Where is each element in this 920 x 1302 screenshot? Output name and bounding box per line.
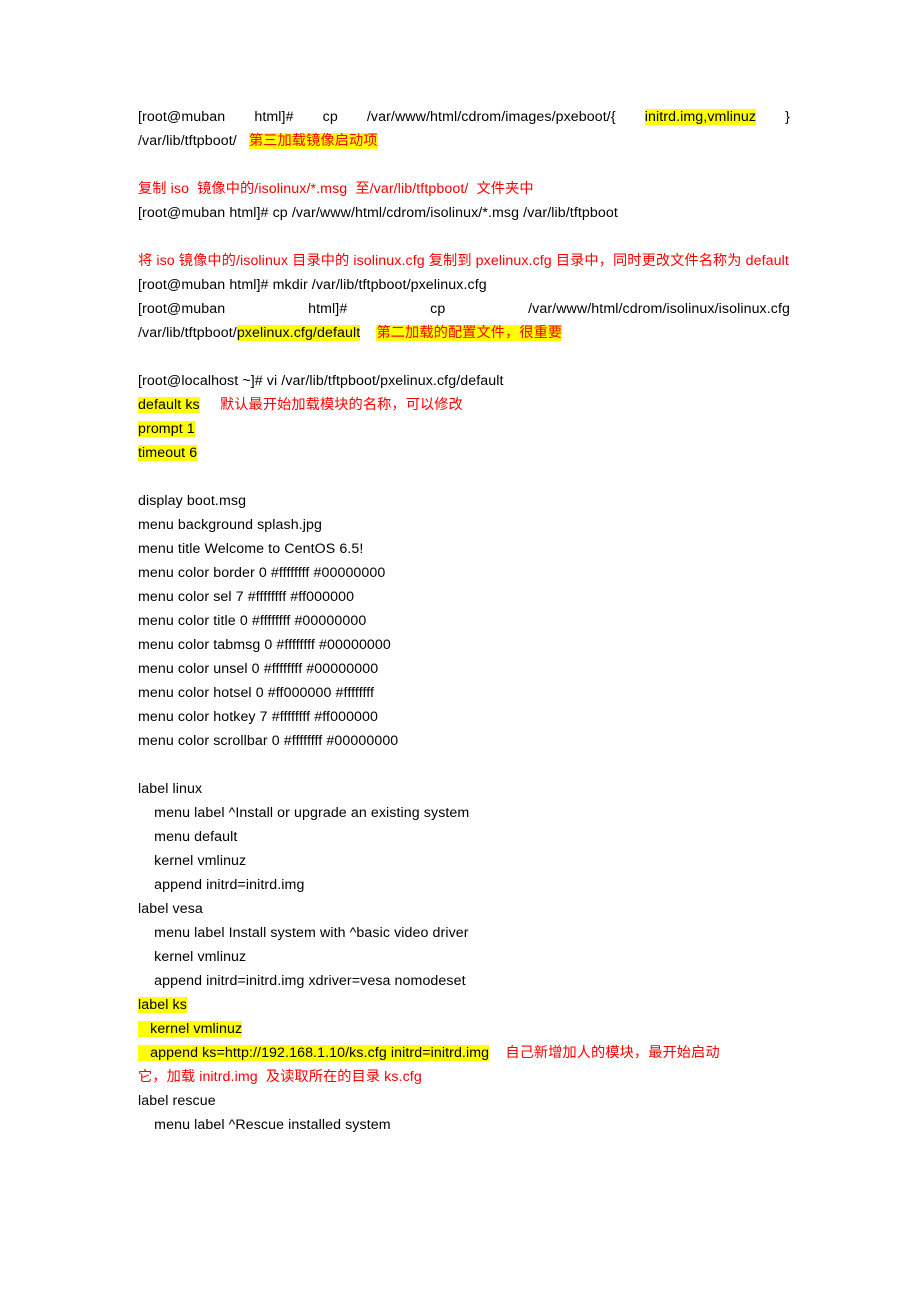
doc-line: [root@localhost ~]# vi /var/lib/tftpboot… bbox=[138, 369, 790, 393]
doc-line: menu color border 0 #ffffffff #00000000 bbox=[138, 561, 790, 585]
plain-text: /var/lib/tftpboot/ bbox=[138, 133, 249, 149]
plain-text: append initrd=initrd.img xdriver=vesa no… bbox=[138, 973, 466, 989]
doc-line: display boot.msg bbox=[138, 489, 790, 513]
doc-line bbox=[138, 465, 790, 489]
doc-line: append ks=http://192.168.1.10/ks.cfg ini… bbox=[138, 1041, 790, 1065]
plain-text bbox=[200, 397, 220, 413]
doc-line: menu color hotkey 7 #ffffffff #ff000000 bbox=[138, 705, 790, 729]
doc-line: menu color tabmsg 0 #ffffffff #00000000 bbox=[138, 633, 790, 657]
doc-line: label rescue bbox=[138, 1089, 790, 1113]
doc-line: menu default bbox=[138, 825, 790, 849]
doc-line: [root@muban html]# mkdir /var/lib/tftpbo… bbox=[138, 273, 790, 297]
doc-line bbox=[138, 225, 790, 249]
plain-text bbox=[360, 325, 376, 341]
highlighted-annotation: 第三加载镜像启动项 bbox=[248, 133, 378, 149]
plain-text: /var/www/html/cdrom/isolinux/isolinux.cf… bbox=[528, 301, 791, 317]
doc-line: kernel vmlinuz bbox=[138, 849, 790, 873]
plain-text: menu color title 0 #ffffffff #00000000 bbox=[138, 613, 367, 629]
doc-line: menu color scrollbar 0 #ffffffff #000000… bbox=[138, 729, 790, 753]
doc-line: append initrd=initrd.img bbox=[138, 873, 790, 897]
plain-text: menu label ^Rescue installed system bbox=[138, 1117, 391, 1133]
plain-text: [root@muban bbox=[138, 109, 226, 125]
document-page: [root@muban html]# cp /var/www/html/cdro… bbox=[0, 0, 920, 1302]
doc-line: label ks bbox=[138, 993, 790, 1017]
plain-text: menu color tabmsg 0 #ffffffff #00000000 bbox=[138, 637, 391, 653]
document-body: [root@muban html]# cp /var/www/html/cdro… bbox=[138, 105, 790, 1137]
plain-text: cp bbox=[430, 301, 446, 317]
plain-text: label vesa bbox=[138, 901, 203, 917]
annotation-text: 自己新增加人的模块，最开始启动 bbox=[505, 1045, 720, 1061]
plain-text bbox=[489, 1045, 505, 1061]
plain-text: kernel vmlinuz bbox=[138, 853, 247, 869]
doc-line: 复制 iso 镜像中的/isolinux/*.msg 至/var/lib/tft… bbox=[138, 177, 790, 201]
plain-text: menu title Welcome to CentOS 6.5! bbox=[138, 541, 364, 557]
highlighted-text: timeout 6 bbox=[138, 445, 198, 461]
doc-line: label vesa bbox=[138, 897, 790, 921]
doc-line: timeout 6 bbox=[138, 441, 790, 465]
plain-text: kernel vmlinuz bbox=[138, 949, 247, 965]
plain-text: menu color scrollbar 0 #ffffffff #000000… bbox=[138, 733, 399, 749]
plain-text: /var/lib/tftpboot/ bbox=[138, 325, 237, 341]
doc-line: menu color unsel 0 #ffffffff #00000000 bbox=[138, 657, 790, 681]
doc-line bbox=[138, 153, 790, 177]
plain-text: html]# bbox=[254, 109, 294, 125]
plain-text: menu label ^Install or upgrade an existi… bbox=[138, 805, 470, 821]
plain-text: menu default bbox=[138, 829, 238, 845]
annotation-text: 默认最开始加载模块的名称，可以修改 bbox=[219, 397, 463, 413]
doc-line: menu color title 0 #ffffffff #00000000 bbox=[138, 609, 790, 633]
plain-text: append initrd=initrd.img bbox=[138, 877, 305, 893]
annotation-text: 将 iso 镜像中的/isolinux 目录中的 isolinux.cfg 复制… bbox=[138, 253, 789, 269]
plain-text: label rescue bbox=[138, 1093, 216, 1109]
plain-text: menu color hotsel 0 #ff000000 #ffffffff bbox=[138, 685, 375, 701]
doc-line bbox=[138, 345, 790, 369]
doc-line: kernel vmlinuz bbox=[138, 1017, 790, 1041]
plain-text: cp bbox=[322, 109, 338, 125]
doc-line: menu color hotsel 0 #ff000000 #ffffffff bbox=[138, 681, 790, 705]
annotation-text: 复制 iso 镜像中的/isolinux/*.msg 至/var/lib/tft… bbox=[138, 181, 534, 197]
highlighted-text: append ks=http://192.168.1.10/ks.cfg ini… bbox=[138, 1045, 490, 1061]
doc-line: [root@muban html]# cp /var/www/html/cdro… bbox=[138, 105, 790, 129]
plain-text: menu background splash.jpg bbox=[138, 517, 323, 533]
plain-text: menu color unsel 0 #ffffffff #00000000 bbox=[138, 661, 379, 677]
doc-line: prompt 1 bbox=[138, 417, 790, 441]
plain-text: menu color sel 7 #ffffffff #ff000000 bbox=[138, 589, 355, 605]
doc-line: [root@muban html]# cp /var/www/html/cdro… bbox=[138, 297, 790, 321]
highlighted-text: pxelinux.cfg/default bbox=[236, 325, 361, 341]
highlighted-text: prompt 1 bbox=[138, 421, 195, 437]
plain-text: html]# bbox=[308, 301, 348, 317]
doc-line: menu title Welcome to CentOS 6.5! bbox=[138, 537, 790, 561]
doc-line: kernel vmlinuz bbox=[138, 945, 790, 969]
plain-text: [root@localhost ~]# vi /var/lib/tftpboot… bbox=[138, 373, 504, 389]
doc-line: menu label ^Install or upgrade an existi… bbox=[138, 801, 790, 825]
doc-line: menu label ^Rescue installed system bbox=[138, 1113, 790, 1137]
doc-line: 它，加载 initrd.img 及读取所在的目录 ks.cfg bbox=[138, 1065, 790, 1089]
doc-line: /var/lib/tftpboot/pxelinux.cfg/default 第… bbox=[138, 321, 790, 345]
highlighted-text: label ks bbox=[138, 997, 187, 1013]
doc-line: menu label Install system with ^basic vi… bbox=[138, 921, 790, 945]
plain-text: [root@muban html]# cp /var/www/html/cdro… bbox=[138, 205, 618, 221]
plain-text: menu label Install system with ^basic vi… bbox=[138, 925, 469, 941]
plain-text: label linux bbox=[138, 781, 203, 797]
highlighted-annotation: 第二加载的配置文件，很重要 bbox=[376, 325, 563, 341]
highlighted-text: default ks bbox=[138, 397, 200, 413]
doc-line: label linux bbox=[138, 777, 790, 801]
plain-text: } bbox=[785, 109, 791, 125]
doc-line: append initrd=initrd.img xdriver=vesa no… bbox=[138, 969, 790, 993]
plain-text: /var/www/html/cdrom/images/pxeboot/{ bbox=[366, 109, 616, 125]
doc-line: 将 iso 镜像中的/isolinux 目录中的 isolinux.cfg 复制… bbox=[138, 249, 790, 273]
annotation-text: 它，加载 initrd.img 及读取所在的目录 ks.cfg bbox=[138, 1069, 422, 1085]
doc-line: menu color sel 7 #ffffffff #ff000000 bbox=[138, 585, 790, 609]
doc-line: default ks 默认最开始加载模块的名称，可以修改 bbox=[138, 393, 790, 417]
doc-line: [root@muban html]# cp /var/www/html/cdro… bbox=[138, 201, 790, 225]
plain-text: display boot.msg bbox=[138, 493, 247, 509]
plain-text: [root@muban html]# mkdir /var/lib/tftpbo… bbox=[138, 277, 487, 293]
doc-line: /var/lib/tftpboot/ 第三加载镜像启动项 bbox=[138, 129, 790, 153]
plain-text: menu color border 0 #ffffffff #00000000 bbox=[138, 565, 386, 581]
highlighted-text: initrd.img,vmlinuz bbox=[644, 109, 757, 125]
doc-line bbox=[138, 753, 790, 777]
plain-text: [root@muban bbox=[138, 301, 226, 317]
doc-line: menu background splash.jpg bbox=[138, 513, 790, 537]
plain-text: menu color hotkey 7 #ffffffff #ff000000 bbox=[138, 709, 379, 725]
highlighted-text: kernel vmlinuz bbox=[138, 1021, 243, 1037]
